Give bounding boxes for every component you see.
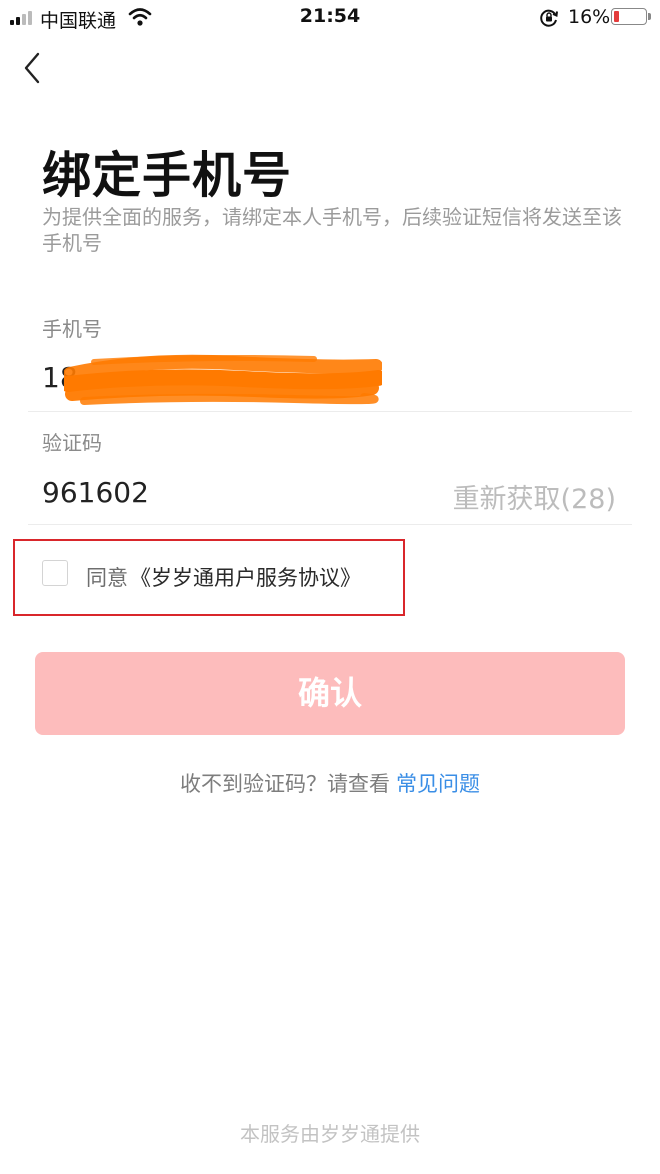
status-bar: 中国联通 21:54 16% (0, 0, 660, 36)
code-label: 验证码 (42, 431, 102, 455)
phone-redaction-scribble (64, 354, 382, 405)
help-line: 收不到验证码？请查看 常见问题 (0, 768, 660, 798)
footer-text: 本服务由岁岁通提供 (240, 1122, 420, 1146)
page-title: 绑定手机号 (42, 147, 293, 204)
battery-tip (648, 13, 651, 20)
battery-fill (614, 11, 619, 22)
code-divider (28, 524, 632, 525)
page-subtitle: 为提供全面的服务，请绑定本人手机号，后续验证短信将发送至该手机号 (42, 205, 622, 255)
clock: 21:54 (299, 5, 361, 27)
confirm-button[interactable]: 确认 (35, 652, 625, 735)
back-button[interactable] (14, 46, 54, 90)
phone-divider (28, 411, 632, 412)
agreement-prefix: 同意 (86, 566, 128, 590)
resend-code-button[interactable]: 重新获取(28) (453, 477, 616, 516)
agreement-link[interactable]: 《岁岁通用户服务协议》 (130, 562, 361, 592)
help-text: 收不到验证码？请查看 (180, 772, 390, 796)
battery-icon (611, 8, 647, 25)
faq-link[interactable]: 常见问题 (396, 772, 480, 796)
chevron-left-icon (24, 52, 40, 84)
battery-percent: 16% (568, 6, 611, 28)
agreement-checkbox[interactable] (42, 560, 68, 586)
code-input[interactable]: 961602 (42, 476, 149, 509)
phone-label: 手机号 (42, 317, 102, 341)
rotation-lock-icon (538, 7, 560, 33)
